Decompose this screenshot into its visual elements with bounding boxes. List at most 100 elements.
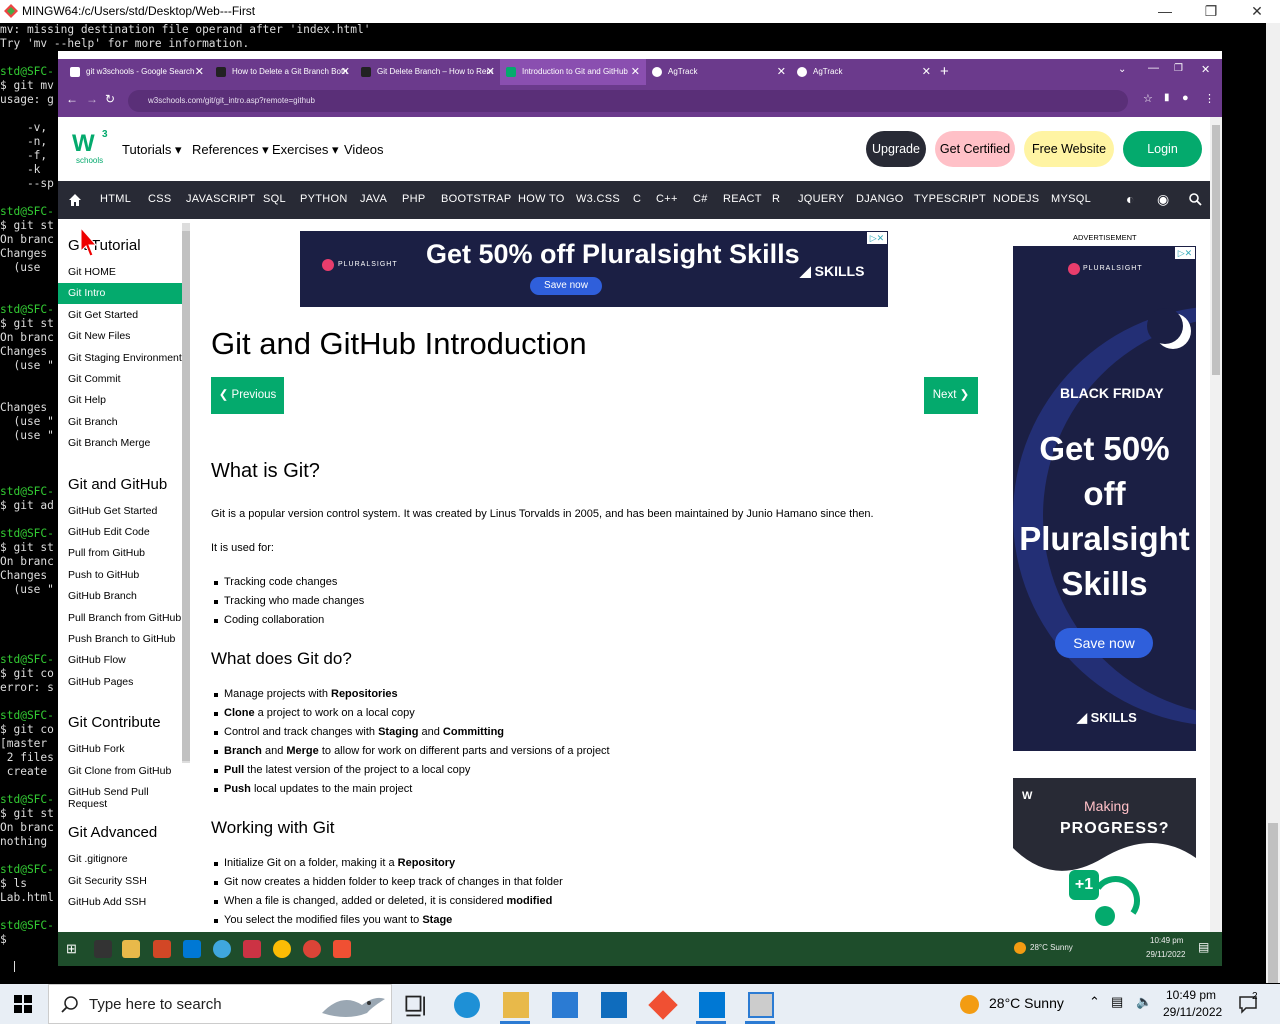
- nav-exercises[interactable]: Exercises ▾: [272, 142, 339, 158]
- sidebar-item-git-get-started[interactable]: Git Get Started: [68, 309, 138, 321]
- back-icon[interactable]: ←: [66, 92, 78, 106]
- topic-nav-python[interactable]: PYTHON: [300, 193, 348, 205]
- sidebar-item-git-commit[interactable]: Git Commit: [68, 373, 121, 385]
- vscode-icon[interactable]: [699, 992, 725, 1018]
- tab-delete-branch[interactable]: How to Delete a Git Branch Both ✕: [210, 59, 356, 85]
- search-icon[interactable]: [94, 940, 112, 958]
- ad-cta-button[interactable]: Save now: [530, 277, 602, 295]
- sidebar-item-git-help[interactable]: Git Help: [68, 394, 106, 406]
- close-icon[interactable]: ✕: [486, 59, 495, 85]
- side-ad-banner[interactable]: PLURALSIGHT BLACK FRIDAY Get 50% off Plu…: [1013, 246, 1196, 751]
- topic-nav-nodejs[interactable]: NODEJS: [993, 193, 1039, 205]
- file-explorer-icon[interactable]: [503, 992, 529, 1018]
- topic-nav-php[interactable]: PHP: [402, 193, 426, 205]
- winrar-icon[interactable]: [243, 940, 261, 958]
- sidebar-item-push-to-github[interactable]: Push to GitHub: [68, 569, 139, 581]
- topic-nav-java[interactable]: JAVA: [360, 193, 387, 205]
- sidebar-item-pull-from-github[interactable]: Pull from GitHub: [68, 547, 145, 559]
- close-button[interactable]: ✕: [1234, 0, 1280, 23]
- taskbar-weather[interactable]: 28°C Sunny: [989, 995, 1064, 1011]
- sidebar-item-git-security-ssh[interactable]: Git Security SSH: [68, 875, 147, 887]
- url-input[interactable]: w3schools.com/git/git_intro.asp?remote=g…: [128, 90, 1128, 112]
- topic-nav-sql[interactable]: SQL: [263, 193, 286, 205]
- topic-nav-r[interactable]: R: [772, 193, 780, 205]
- close-icon[interactable]: ✕: [195, 59, 204, 85]
- vscode-icon[interactable]: [183, 940, 201, 958]
- previous-button[interactable]: ❮ Previous: [211, 377, 284, 414]
- topic-nav-css[interactable]: CSS: [148, 193, 172, 205]
- terminal-scrollbar[interactable]: [1266, 23, 1280, 983]
- task-view-icon[interactable]: [404, 993, 430, 1019]
- tab-git-intro[interactable]: Introduction to Git and GitHub ✕: [500, 59, 646, 85]
- theme-toggle-icon[interactable]: ◐: [1126, 191, 1134, 207]
- star-icon[interactable]: ☆: [1143, 92, 1153, 105]
- sidebar-item-github-add-ssh[interactable]: GitHub Add SSH: [68, 896, 146, 908]
- close-icon[interactable]: ✕: [341, 59, 350, 85]
- close-icon[interactable]: ✕: [922, 59, 931, 85]
- sidebar-item-git-staging-environment[interactable]: Git Staging Environment: [68, 352, 182, 364]
- sidebar-item-github-branch[interactable]: GitHub Branch: [68, 590, 137, 602]
- edge-icon[interactable]: [213, 940, 231, 958]
- topic-nav-html[interactable]: HTML: [100, 193, 131, 205]
- ad-cta-button[interactable]: Save now: [1055, 628, 1153, 658]
- nav-tutorials[interactable]: Tutorials ▾: [122, 142, 182, 158]
- remote-desktop-icon[interactable]: [748, 992, 774, 1018]
- sidebar-item-git-new-files[interactable]: Git New Files: [68, 330, 130, 342]
- tab-git-delete[interactable]: Git Delete Branch – How to Rem ✕: [355, 59, 501, 85]
- topic-nav-typescript[interactable]: TYPESCRIPT: [914, 193, 986, 205]
- powerpoint-icon[interactable]: [153, 940, 171, 958]
- tab-agtrack-1[interactable]: AgTrack ✕: [646, 59, 792, 85]
- login-button[interactable]: Login: [1123, 131, 1202, 167]
- topic-nav-javascript[interactable]: JAVASCRIPT: [186, 193, 255, 205]
- sidebar-item-git-gitignore[interactable]: Git .gitignore: [68, 853, 128, 865]
- windows-start-icon[interactable]: [14, 995, 32, 1013]
- file-explorer-icon[interactable]: [122, 940, 140, 958]
- restore-icon[interactable]: ❐: [1174, 63, 1183, 74]
- upgrade-button[interactable]: Upgrade: [866, 131, 926, 167]
- topic-nav-jquery[interactable]: JQUERY: [798, 193, 844, 205]
- free-website-button[interactable]: Free Website: [1024, 131, 1114, 167]
- sidebar-scrollbar[interactable]: [182, 223, 190, 763]
- tab-google[interactable]: git w3schools - Google Search ✕: [64, 59, 210, 85]
- minimize-button[interactable]: —: [1142, 0, 1188, 23]
- close-window-icon[interactable]: ✕: [1201, 63, 1210, 76]
- chevron-up-icon[interactable]: ⌃: [1089, 994, 1100, 1010]
- sidebar-item-git-intro[interactable]: Git Intro: [58, 283, 182, 305]
- edge-icon[interactable]: [454, 992, 480, 1018]
- windows-start-icon[interactable]: ⊞: [66, 941, 77, 957]
- profile-icon[interactable]: ●: [1182, 92, 1189, 104]
- nav-references[interactable]: References ▾: [192, 142, 269, 158]
- taskbar-time[interactable]: 10:49 pm: [1166, 988, 1216, 1002]
- topic-nav-c-[interactable]: C#: [693, 193, 708, 205]
- topic-nav-c[interactable]: C: [633, 193, 641, 205]
- ad-choices-icon[interactable]: ▷✕: [867, 232, 887, 244]
- minimize-icon[interactable]: —: [1148, 62, 1159, 74]
- chevron-down-icon[interactable]: ⌄: [1118, 64, 1126, 75]
- chrome-active-icon[interactable]: [303, 940, 321, 958]
- nav-videos[interactable]: Videos: [344, 142, 384, 157]
- sidebar-item-pull-branch-from-github[interactable]: Pull Branch from GitHub: [68, 612, 181, 624]
- forward-icon[interactable]: →: [86, 92, 98, 106]
- maximize-button[interactable]: ❐: [1188, 0, 1234, 23]
- menu-icon[interactable]: ⋮: [1204, 92, 1215, 105]
- tab-agtrack-2[interactable]: AgTrack ✕: [791, 59, 937, 85]
- sidebar-item-github-send-pull-request[interactable]: GitHub Send Pull Request: [68, 786, 184, 810]
- git-bash-icon[interactable]: [333, 940, 351, 958]
- topic-nav-c-[interactable]: C++: [656, 193, 678, 205]
- topic-nav-how-to[interactable]: HOW TO: [518, 193, 565, 205]
- sidebar-item-github-pages[interactable]: GitHub Pages: [68, 676, 133, 688]
- globe-icon[interactable]: ◉: [1157, 191, 1169, 208]
- top-ad-banner[interactable]: PLURALSIGHT Get 50% off Pluralsight Skil…: [300, 231, 888, 307]
- close-icon[interactable]: ✕: [631, 59, 640, 85]
- sidebar-item-github-get-started[interactable]: GitHub Get Started: [68, 505, 157, 517]
- topic-nav-w3-css[interactable]: W3.CSS: [576, 193, 620, 205]
- topic-nav-react[interactable]: REACT: [723, 193, 762, 205]
- search-icon[interactable]: [1189, 193, 1202, 206]
- taskbar-search[interactable]: Type here to search: [48, 984, 392, 1024]
- store-icon[interactable]: [552, 992, 578, 1018]
- sidebar-item-github-edit-code[interactable]: GitHub Edit Code: [68, 526, 150, 538]
- notification-icon[interactable]: ▤: [1198, 940, 1209, 954]
- topic-nav-mysql[interactable]: MYSQL: [1051, 193, 1091, 205]
- page-scrollbar[interactable]: [1210, 117, 1222, 966]
- topic-nav-django[interactable]: DJANGO: [856, 193, 904, 205]
